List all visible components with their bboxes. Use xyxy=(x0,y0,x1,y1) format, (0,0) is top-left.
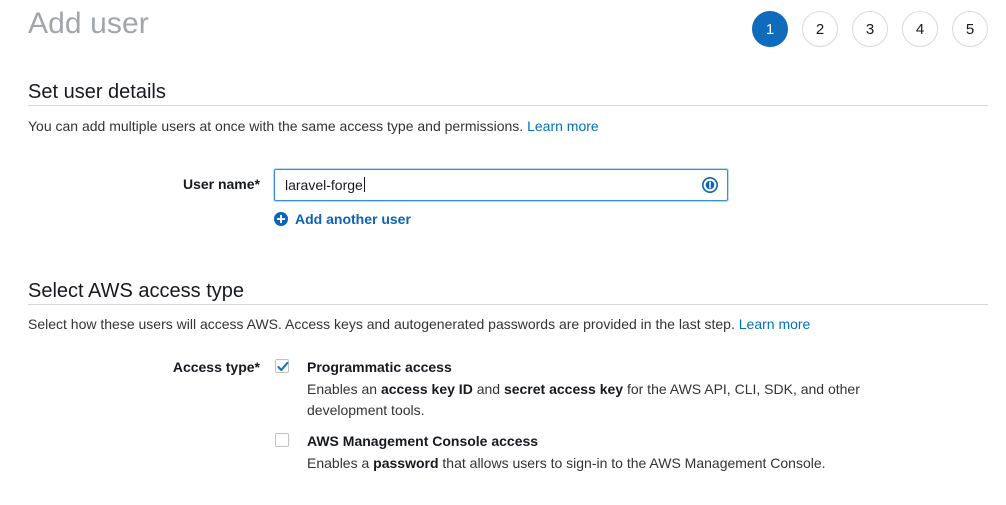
desc-part-3: secret access key xyxy=(503,381,624,397)
desc-part-1: access key ID xyxy=(380,381,473,397)
user-name-input-value: laravel-forge xyxy=(285,177,363,193)
user-name-input-value-wrap: laravel-forge xyxy=(285,170,365,200)
access-type-description-text: Select how these users will access AWS. … xyxy=(28,316,735,332)
access-type-heading: Select AWS access type xyxy=(28,280,245,302)
checkbox-programmatic-access[interactable] xyxy=(275,359,289,373)
page-title: Add user xyxy=(28,7,149,40)
add-user-page: Add user 1 2 3 4 5 Set user details You … xyxy=(0,0,1006,505)
add-another-user-label: Add another user xyxy=(295,211,411,227)
add-another-user-button[interactable]: Add another user xyxy=(274,211,411,227)
plus-circle-icon xyxy=(274,212,288,226)
text-caret xyxy=(363,177,365,192)
desc2-part-2: that allows users to sign-in to the AWS … xyxy=(438,455,826,471)
access-type-label: Access type* xyxy=(172,359,260,375)
option-title-programmatic-access: Programmatic access xyxy=(307,359,452,375)
set-user-details-heading: Set user details xyxy=(28,81,166,103)
step-4[interactable]: 4 xyxy=(902,11,938,47)
set-user-details-description-text: You can add multiple users at once with … xyxy=(28,118,524,134)
desc-part-2: and xyxy=(472,381,504,397)
section-divider-1 xyxy=(28,105,988,106)
desc2-part-0: Enables a xyxy=(307,455,374,471)
option-title-console-access: AWS Management Console access xyxy=(307,433,539,449)
desc2-part-1: password xyxy=(373,455,439,471)
set-user-details-description: You can add multiple users at once with … xyxy=(28,117,599,135)
checkbox-console-access[interactable] xyxy=(275,433,289,447)
learn-more-link-access-type[interactable]: Learn more xyxy=(739,316,811,332)
section-divider-2 xyxy=(28,304,988,305)
step-indicator: 1 2 3 4 5 xyxy=(752,11,988,47)
desc-part-0: Enables an xyxy=(307,381,381,397)
option-desc-console-access: Enables a password that allows users to … xyxy=(307,453,907,474)
option-desc-programmatic-access: Enables an access key ID and secret acce… xyxy=(307,379,867,421)
step-3[interactable]: 3 xyxy=(852,11,888,47)
step-2[interactable]: 2 xyxy=(802,11,838,47)
step-5[interactable]: 5 xyxy=(952,11,988,47)
info-circle-icon[interactable] xyxy=(702,177,718,193)
learn-more-link-user-details[interactable]: Learn more xyxy=(527,118,599,134)
user-name-label: User name* xyxy=(182,176,260,192)
user-name-input[interactable]: laravel-forge xyxy=(274,169,728,201)
access-type-description: Select how these users will access AWS. … xyxy=(28,315,810,333)
step-1[interactable]: 1 xyxy=(752,11,788,47)
